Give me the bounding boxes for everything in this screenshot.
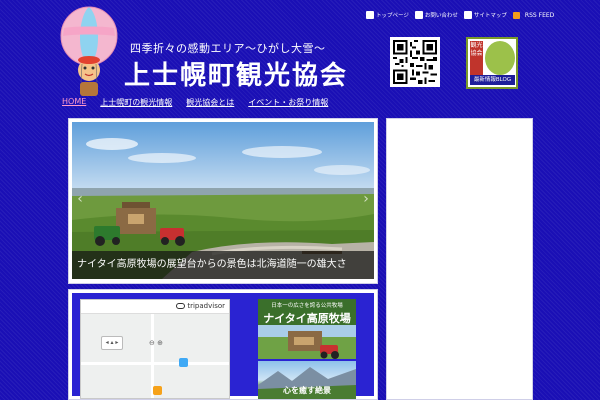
home-link-label: トップページ <box>376 13 409 19</box>
home-link[interactable]: トップページ <box>366 11 409 19</box>
slide-caption: ナイタイ高原牧場の展望台からの景色は北海道随一の雄大さ <box>72 251 374 279</box>
qr-code <box>390 37 440 87</box>
ranch-ad-image <box>258 325 356 359</box>
sitemap-link-label: サイトマップ <box>473 13 507 19</box>
rss-feed-label: RSS FEED <box>524 11 555 19</box>
nav-about-association[interactable]: 観光協会とは <box>186 97 234 108</box>
sitemap-link[interactable]: サイトマップ <box>463 11 507 19</box>
main-nav: HOME 上士幌町の観光情報 観光協会とは イベント・お祭り情報 <box>62 97 328 108</box>
map-star-icon[interactable] <box>153 386 162 395</box>
blog-banner-label: 最新情報BLOG <box>470 75 515 85</box>
nav-events[interactable]: イベント・お祭り情報 <box>248 97 328 108</box>
utility-links: トップページ お問い合わせ サイトマップ RSS FEED <box>366 9 554 21</box>
scenery-ad-banner[interactable]: 心を癒す絶景 <box>258 361 356 399</box>
mail-icon <box>414 11 423 19</box>
image-slider[interactable]: ‹ › ナイタイ高原牧場の展望台からの景色は北海道随一の雄大さ <box>72 122 374 279</box>
ranch-ad-banner[interactable]: 日本一の広さを誇る公共牧場 ナイタイ高原牧場 <box>258 299 356 359</box>
map-road <box>81 362 229 365</box>
blog-banner[interactable]: 観光協会 最新情報BLOG <box>466 37 518 89</box>
owl-icon <box>176 303 186 309</box>
blog-banner-side-text: 観光協会 <box>470 41 483 75</box>
scenery-ad-title: 心を癒す絶景 <box>283 386 331 395</box>
contact-link[interactable]: お問い合わせ <box>414 11 458 19</box>
balloon-logo[interactable] <box>58 6 120 106</box>
map-zoom-control[interactable]: ⊖ ⊕ <box>149 339 167 349</box>
map-widget[interactable]: tripadvisor ◂ ▴ ▸ ⊖ ⊕ <box>80 299 230 399</box>
site-title[interactable]: 上士幌町観光協会 <box>124 55 348 92</box>
featured-panel: ‹ › ナイタイ高原牧場の展望台からの景色は北海道随一の雄大さ <box>68 118 378 284</box>
sidebar-panel <box>386 118 533 400</box>
tripadvisor-label: tripadvisor <box>187 302 225 310</box>
map-pan-control[interactable]: ◂ ▴ ▸ <box>101 336 123 350</box>
map-widget-header: tripadvisor <box>81 300 229 314</box>
rss-feed-link[interactable]: RSS FEED <box>512 11 555 19</box>
site-tagline: 四季折々の感動エリア〜ひがし大雪〜 <box>130 42 326 55</box>
lower-panel-inner: tripadvisor ◂ ▴ ▸ ⊖ ⊕ 日本一の広さを誇る公共牧場 ナイタイ… <box>69 290 377 399</box>
lower-panel: tripadvisor ◂ ▴ ▸ ⊖ ⊕ 日本一の広さを誇る公共牧場 ナイタイ… <box>68 289 378 400</box>
tripadvisor-logo[interactable]: tripadvisor <box>176 302 225 310</box>
contact-link-label: お問い合わせ <box>424 13 458 19</box>
blog-banner-graphic <box>485 41 515 75</box>
slider-prev-button[interactable]: ‹ <box>75 190 85 208</box>
nav-home[interactable]: HOME <box>62 97 86 108</box>
slider-next-button[interactable]: › <box>361 190 371 208</box>
rss-icon <box>512 11 520 19</box>
home-icon <box>366 11 374 19</box>
nav-tourism-info[interactable]: 上士幌町の観光情報 <box>100 97 172 108</box>
sitemap-icon <box>463 11 472 19</box>
ranch-ad-title: ナイタイ高原牧場 <box>263 312 351 325</box>
ranch-ad-subtitle: 日本一の広さを誇る公共牧場 <box>271 303 343 309</box>
map-pin-icon[interactable] <box>179 358 188 367</box>
